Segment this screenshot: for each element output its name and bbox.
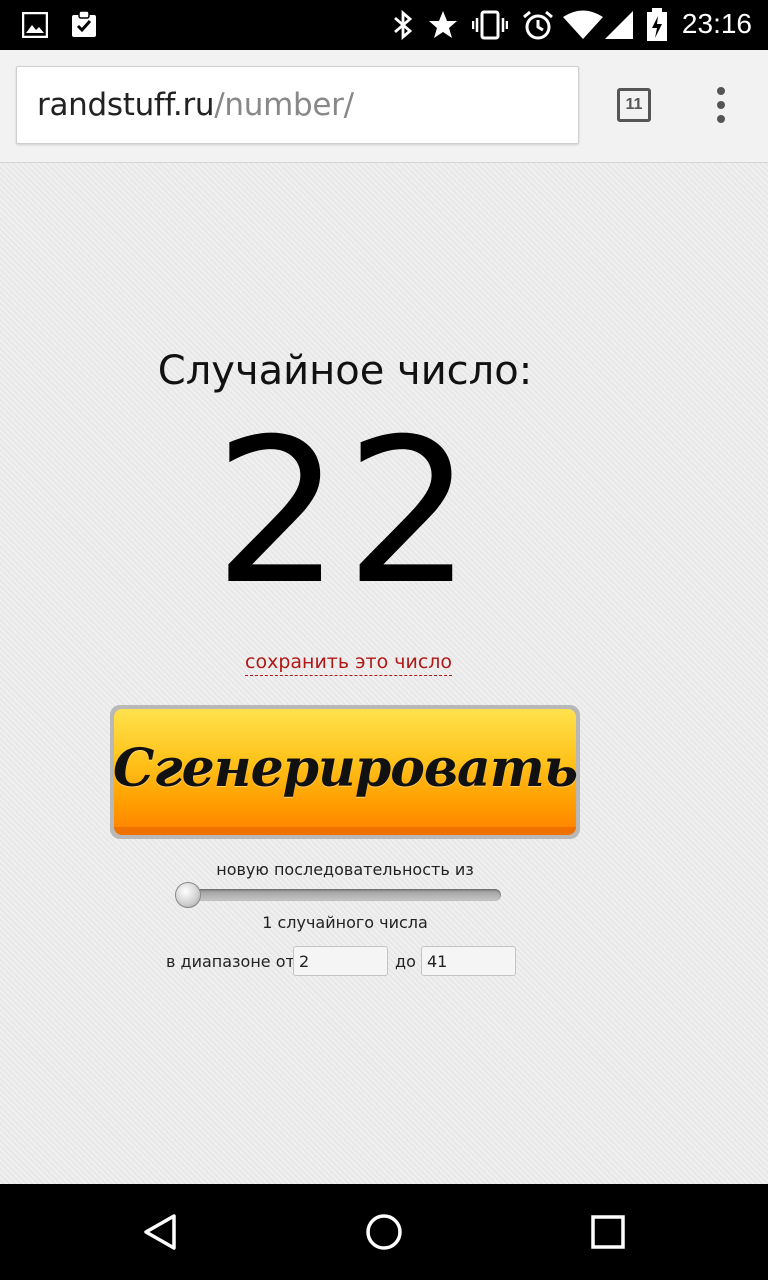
vibrate-icon (472, 10, 508, 40)
random-number: 22 (213, 396, 477, 629)
generate-button-face: Сгенерировать (112, 709, 578, 835)
clipboard-check-icon (72, 10, 96, 37)
star-icon (429, 11, 457, 38)
count-label: 1 случайного числа (262, 913, 428, 932)
battery-icon (647, 8, 667, 41)
overflow-menu-icon[interactable] (710, 85, 734, 125)
url-domain: randstuff.ru (37, 87, 215, 123)
generate-button[interactable]: Сгенерировать (110, 705, 580, 839)
recents-icon[interactable] (590, 1212, 626, 1252)
range-to-label: до (395, 952, 416, 971)
image-icon (22, 12, 48, 38)
range-to-input[interactable] (421, 946, 516, 976)
save-number-link[interactable]: сохранить это число (245, 651, 453, 676)
home-icon[interactable] (364, 1212, 404, 1252)
bluetooth-icon (394, 10, 413, 40)
tab-switcher-button[interactable]: 11 (617, 88, 651, 122)
generate-button-label: Сгенерировать (112, 737, 578, 799)
signal-icon (605, 11, 633, 39)
wifi-icon (563, 10, 603, 39)
address-bar[interactable]: randstuff.ru/number/ (16, 66, 579, 144)
status-time: 23:16 (681, 8, 752, 39)
browser-toolbar: randstuff.ru/number/ 11 (0, 50, 768, 163)
range-from-label: в диапазоне от (166, 952, 295, 971)
url-path: /number/ (214, 87, 354, 123)
sequence-label: новую последовательность из (216, 860, 474, 879)
status-bar: 23:16 (0, 0, 768, 50)
alarm-icon (523, 10, 553, 40)
navigation-bar (0, 1184, 768, 1280)
count-slider-handle[interactable] (175, 882, 201, 908)
back-icon[interactable] (140, 1212, 180, 1252)
count-slider-track[interactable] (178, 889, 501, 901)
page-title: Случайное число: (157, 348, 533, 394)
url-text: randstuff.ru/number/ (37, 87, 354, 123)
range-from-input[interactable] (293, 946, 388, 976)
page-content: Случайное число: 22 сохранить это число … (0, 163, 768, 1184)
